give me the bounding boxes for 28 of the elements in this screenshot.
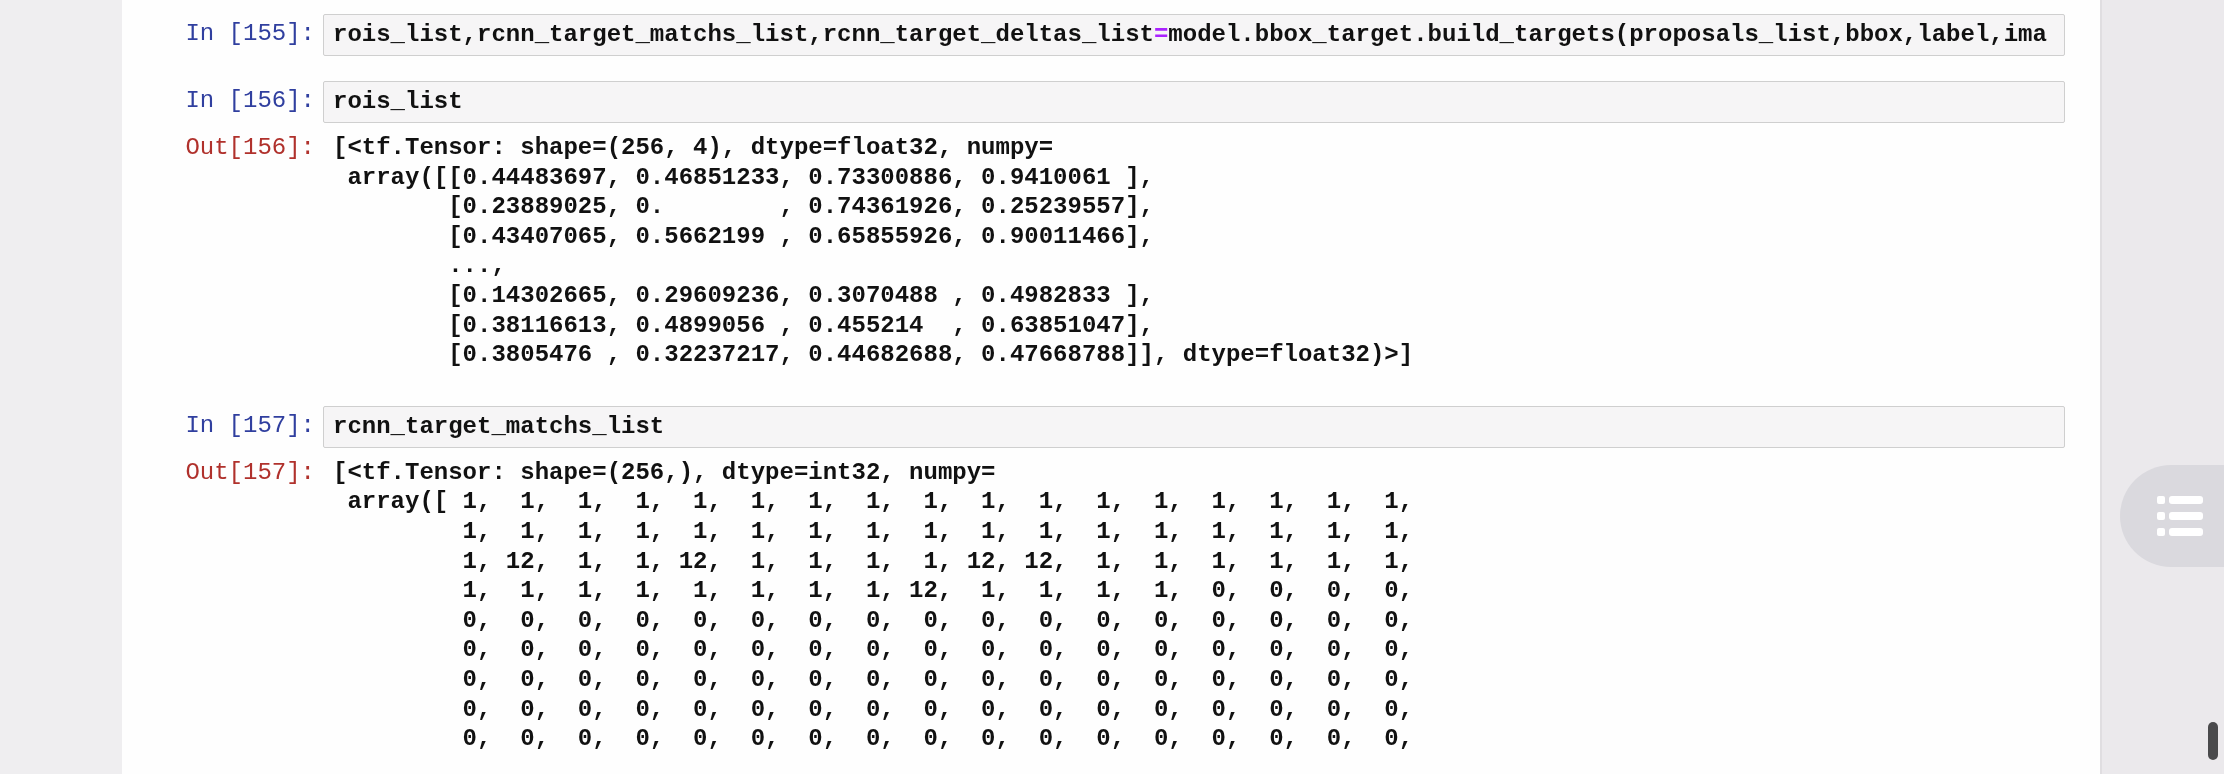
input-prompt: In [157]: <box>184 410 316 441</box>
output-line: 1, 1, 1, 1, 1, 1, 1, 1, 1, 1, 1, 1, 1, 1, 1, 1, 1, <box>461 516 1414 547</box>
output-line: 1, 1, 1, 1, 1, 1, 1, 1, 12, 1, 1, 1, 1, 0, 0, 0, 0, <box>461 576 1414 606</box>
output-prompt: Out[157]: <box>184 457 316 488</box>
code-cell[interactable]: rcnn_target_matchs_list <box>323 405 2065 448</box>
output-line: 0, 0, 0, 0, 0, 0, 0, 0, 0, 0, 0, 0, 0, 0, 0, 0, 0, <box>461 605 1414 636</box>
output-line: 0, 0, 0, 0, 0, 0, 0, 0, 0, 0, 0, 0, 0, 0, 0, 0, 0, <box>461 724 1414 754</box>
output-line: 0, 0, 0, 0, 0, 0, 0, 0, 0, 0, 0, 0, 0, 0, 0, 0, 0, <box>461 694 1414 725</box>
output-line: [0.43407065, 0.5662199 , 0.65855926, 0.90011466], <box>447 221 1155 252</box>
code-cell[interactable]: rois_list,rcnn_target_matchs_list,rcnn_target_deltas_list=model.bbox_target.build_targets(proposals_list,bbox,label,ima <box>323 14 2065 56</box>
output-line: array([[0.44483697, 0.46851233, 0.73300886, 0.9410061 ], <box>346 162 1155 193</box>
output-line: 0, 0, 0, 0, 0, 0, 0, 0, 0, 0, 0, 0, 0, 0, 0, 0, 0, <box>461 635 1414 665</box>
output-line: [0.14302665, 0.29609236, 0.3070488 , 0.4982833 ], <box>447 280 1155 311</box>
list-icon <box>2157 495 2203 537</box>
scrollbar-thumb[interactable] <box>2208 722 2218 760</box>
output-line: [0.38116613, 0.4899056 , 0.455214 , 0.63851047], <box>447 310 1155 341</box>
code-cell[interactable]: rois_list <box>323 81 2065 123</box>
output-line: [<tf.Tensor: shape=(256, 4), dtype=float32, numpy= <box>333 133 1055 163</box>
output-line: array([ 1, 1, 1, 1, 1, 1, 1, 1, 1, 1, 1, 1, 1, 1, 1, 1, 1, <box>346 487 1414 517</box>
output-line: ..., <box>447 251 507 281</box>
output-line: [<tf.Tensor: shape=(256,), dtype=int32, numpy= <box>333 457 997 488</box>
output-line: [0.23889025, 0. , 0.74361926, 0.25239557], <box>447 192 1155 222</box>
output-line: 0, 0, 0, 0, 0, 0, 0, 0, 0, 0, 0, 0, 0, 0, 0, 0, 0, <box>461 664 1414 695</box>
output-line: [0.3805476 , 0.32237217, 0.44682688, 0.47668788]], dtype=float32)>] <box>447 340 1414 370</box>
output-prompt: Out[156]: <box>184 133 316 163</box>
input-prompt: In [155]: <box>184 19 316 49</box>
input-prompt: In [156]: <box>184 86 316 116</box>
output-line: 1, 12, 1, 1, 12, 1, 1, 1, 1, 12, 12, 1, 1, 1, 1, 1, 1, <box>461 546 1414 577</box>
